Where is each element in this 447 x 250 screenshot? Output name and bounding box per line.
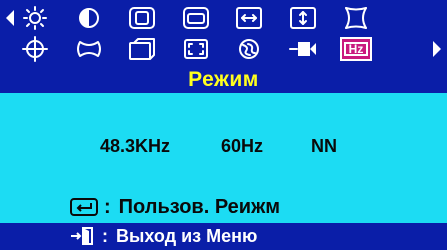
trapezoid-icon[interactable] bbox=[72, 35, 106, 63]
menu-title: Режим bbox=[188, 68, 259, 91]
selected-highlight: Hz bbox=[340, 37, 372, 61]
h-freq-value: 48.3KHz bbox=[100, 136, 171, 156]
h-position-icon[interactable] bbox=[232, 4, 266, 32]
brightness-icon[interactable] bbox=[18, 4, 52, 32]
icon-row-top bbox=[0, 4, 447, 34]
info-panel: 48.3KHz 60Hz NN : Пользов. Реижм bbox=[0, 93, 447, 223]
tilt-icon[interactable] bbox=[179, 35, 213, 63]
exit-hint: : Выход из Меню bbox=[70, 226, 257, 246]
hz-label: Hz bbox=[344, 42, 368, 56]
geometry-icon[interactable] bbox=[18, 35, 52, 63]
arrow-right-icon[interactable] bbox=[431, 39, 443, 59]
contrast-icon[interactable] bbox=[72, 4, 106, 32]
exit-hint-colon: : bbox=[102, 225, 108, 246]
osd-menu: Hz Режим 48.3KHz 60Hz NN : Пользов. Реиж… bbox=[0, 0, 447, 249]
enter-hint: : Пользов. Реижм bbox=[70, 196, 280, 218]
v-freq-value: 60Hz bbox=[221, 136, 264, 156]
pincushion-icon[interactable] bbox=[339, 4, 373, 32]
input-icon[interactable] bbox=[286, 35, 320, 63]
arrow-left-icon[interactable] bbox=[4, 8, 16, 28]
icon-row-bottom: Hz bbox=[0, 35, 447, 65]
enter-key-icon bbox=[70, 198, 98, 216]
h-size-icon[interactable] bbox=[125, 4, 159, 32]
v-size-icon[interactable] bbox=[179, 4, 213, 32]
enter-hint-colon: : bbox=[104, 195, 111, 218]
enter-hint-label: Пользов. Реижм bbox=[118, 195, 281, 218]
hz-frequency-icon[interactable]: Hz bbox=[339, 35, 373, 63]
exit-hint-label: Выход из Меню bbox=[116, 225, 258, 246]
parallelogram-icon[interactable] bbox=[125, 35, 159, 63]
v-position-icon[interactable] bbox=[286, 4, 320, 32]
signal-info: 48.3KHz 60Hz NN bbox=[0, 136, 447, 160]
degauss-icon[interactable] bbox=[232, 35, 266, 63]
exit-icon bbox=[70, 227, 96, 245]
polarity-value: NN bbox=[311, 136, 337, 156]
